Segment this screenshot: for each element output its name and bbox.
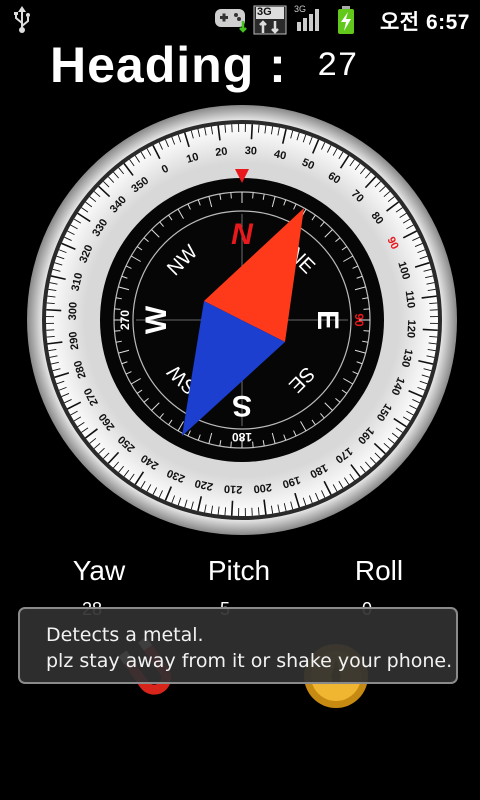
toast-line-2: plz stay away from it or shake your phon… <box>46 650 453 672</box>
outer-tick <box>250 124 254 140</box>
usb-icon <box>14 6 30 33</box>
yaw-label: Yaw <box>72 555 126 586</box>
battery-charging-icon <box>338 6 354 34</box>
compass-dial[interactable]: 0 10 20 30 40 50 60 70 80 90 100 110 120 130 140 150 160… <box>26 104 458 536</box>
status-clock: 오전 6:57 <box>379 11 470 34</box>
inner-tick <box>363 330 370 332</box>
outer-degree-label: 30 <box>244 145 257 158</box>
inner-tick <box>230 441 232 448</box>
outer-degree-label: 200 <box>253 481 273 495</box>
outer-degree-label: 20 <box>215 146 229 159</box>
outer-degree-label: 210 <box>224 482 243 495</box>
outer-tick <box>422 328 438 332</box>
inner-tick <box>114 308 121 310</box>
roll-label: Roll <box>354 555 404 586</box>
status-bar: 3G 3G 오전 6:57 <box>0 0 480 38</box>
cardinal-s: S <box>232 389 252 422</box>
gamepad-notification-icon <box>215 9 247 33</box>
signal-type-label: 3G <box>294 4 307 14</box>
cardinal-n: N <box>231 218 254 251</box>
heading-value: 27 <box>317 48 358 86</box>
cardinal-w: W <box>140 305 173 334</box>
outer-tick <box>230 500 234 516</box>
inner-tick <box>252 192 254 199</box>
heading-label: Heading : <box>50 37 287 93</box>
outer-degree-label: 110 <box>403 290 417 309</box>
outer-tick <box>46 308 62 312</box>
data-3g-icon: 3G <box>253 5 287 35</box>
inner-tick <box>363 308 370 310</box>
signal-bars-icon: 3G <box>294 4 324 33</box>
inner-number-90: 90 <box>352 313 366 327</box>
cardinal-e: E <box>311 310 344 330</box>
toast-line-1: Detects a metal. <box>46 624 204 646</box>
inner-tick <box>230 192 232 199</box>
inner-number-180: 180 <box>232 430 252 444</box>
network-type-label: 3G <box>257 6 272 18</box>
pitch-label: Pitch <box>207 555 271 586</box>
compass-svg: 010 20 30 405060708090100110120130140150160… <box>27 105 457 535</box>
outer-degree-label: 300 <box>67 302 80 321</box>
outer-degree-label: 120 <box>404 319 417 338</box>
outer-degree-label: 290 <box>67 331 81 351</box>
inner-number-270: 270 <box>118 310 132 330</box>
toast-message: Detects a metal. plz stay away from it o… <box>18 607 458 684</box>
